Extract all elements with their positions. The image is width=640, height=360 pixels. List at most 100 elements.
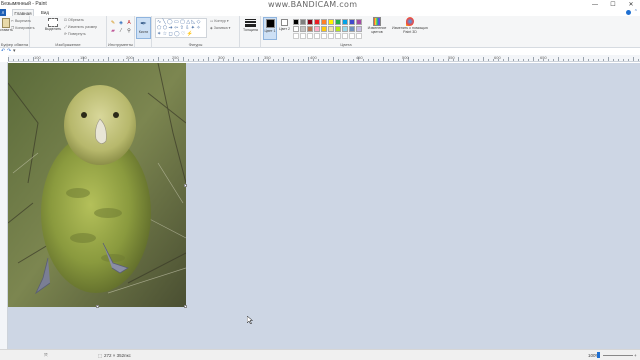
palette-swatch[interactable]: [314, 19, 320, 25]
palette-swatch[interactable]: [314, 26, 320, 32]
ruler-tick: [353, 59, 354, 61]
ruler-tick: [78, 59, 79, 61]
edit-colors-button[interactable]: Изменение цветов: [367, 17, 387, 34]
kakapo-parrot-image: [8, 63, 186, 307]
custom-swatch[interactable]: [300, 33, 306, 39]
ruler-tick: [108, 57, 109, 61]
tab-view[interactable]: Вид: [38, 9, 52, 16]
thickness-line-3: [245, 24, 256, 27]
palette-swatch[interactable]: [335, 26, 341, 32]
ruler-tick: [583, 57, 584, 61]
thickness-button[interactable]: Толщина: [241, 18, 260, 32]
fill-icon[interactable]: ◈: [118, 20, 124, 26]
undo-icon[interactable]: ↶: [1, 48, 5, 54]
palette-swatch[interactable]: [328, 26, 334, 32]
custom-swatch[interactable]: [293, 33, 299, 39]
maximize-button[interactable]: ☐: [604, 0, 622, 9]
ruler-tick: [228, 59, 229, 61]
palette-swatch[interactable]: [300, 26, 306, 32]
ruler-tick: [203, 59, 204, 61]
palette-swatch[interactable]: [349, 19, 355, 25]
custom-swatch[interactable]: [321, 33, 327, 39]
ruler-tick: [488, 59, 489, 61]
palette-swatch[interactable]: [293, 26, 299, 32]
color2-button[interactable]: Цвет 2: [278, 18, 291, 31]
ruler-tick: [473, 59, 474, 61]
palette-swatch[interactable]: [342, 19, 348, 25]
magnifier-icon[interactable]: ⚲: [126, 28, 132, 34]
ruler-tick: [373, 59, 374, 61]
ruler-tick: [468, 59, 469, 61]
cut-button[interactable]: ✂ Вырезать: [11, 19, 31, 23]
ruler-tick: [398, 59, 399, 61]
palette-swatch[interactable]: [335, 19, 341, 25]
horizontal-ruler: 100 150 200 250 300 350 400 450 500 550 600 650: [8, 55, 640, 62]
ruler-tick: [288, 59, 289, 61]
zoom-slider[interactable]: [603, 355, 633, 356]
palette-swatch[interactable]: [321, 26, 327, 32]
minimize-button[interactable]: —: [586, 0, 604, 9]
custom-swatch[interactable]: [328, 33, 334, 39]
custom-swatch[interactable]: [342, 33, 348, 39]
select-button[interactable]: Выделить: [44, 18, 62, 31]
brushes-label: Кисти: [138, 30, 149, 34]
resize-handle-bottom[interactable]: [96, 305, 99, 308]
zoom-in-icon[interactable]: +: [634, 353, 637, 358]
ruler-tick: [283, 57, 284, 61]
canvas-workspace[interactable]: [8, 63, 640, 349]
ruler-tick: [478, 59, 479, 61]
custom-swatch[interactable]: [349, 33, 355, 39]
window-title: Безымянный - Paint: [1, 1, 47, 7]
fill-button[interactable]: ◈ Заливка ▾: [210, 26, 230, 30]
help-icon[interactable]: [626, 10, 631, 15]
brushes-button[interactable]: ✒ Кисти: [136, 17, 151, 39]
palette-swatch[interactable]: [300, 19, 306, 25]
color-picker-icon[interactable]: ⁄: [118, 28, 124, 34]
palette-swatch[interactable]: [328, 19, 334, 25]
zoom-slider-thumb[interactable]: [597, 352, 600, 358]
resize-handle-corner[interactable]: [184, 305, 187, 308]
ruler-tick: [608, 57, 609, 61]
ruler-label: 300: [218, 55, 225, 60]
eraser-icon[interactable]: ▰: [110, 28, 116, 34]
ruler-label: 650: [540, 55, 547, 60]
pencil-icon[interactable]: ✎: [110, 20, 116, 26]
tools-group: ✎ ◈ A ▰ ⁄ ⚲ Инструменты: [107, 16, 135, 48]
callout-shape-icon[interactable]: ✶ ☆ ◻ ◯ ♡ ⚡: [157, 32, 193, 37]
resize-button[interactable]: ⤢ Изменить размер: [64, 25, 97, 29]
color1-button[interactable]: Цвет 1: [263, 17, 277, 40]
tab-home[interactable]: Главная: [12, 9, 34, 16]
crop-button[interactable]: ⊡ Обрезать: [64, 18, 84, 22]
ruler-label: 550: [448, 55, 455, 60]
redo-icon[interactable]: ↷: [7, 48, 11, 54]
custom-swatch[interactable]: [335, 33, 341, 39]
ruler-tick: [598, 59, 599, 61]
collapse-ribbon-icon[interactable]: ⌃: [634, 9, 638, 15]
palette-swatch[interactable]: [342, 26, 348, 32]
ruler-tick: [623, 59, 624, 61]
palette-swatch[interactable]: [356, 19, 362, 25]
clipboard-group-label: Буфер обмена: [0, 42, 29, 47]
palette-swatch[interactable]: [307, 19, 313, 25]
palette-swatch[interactable]: [356, 26, 362, 32]
palette-swatch[interactable]: [293, 19, 299, 25]
palette-swatch[interactable]: [321, 19, 327, 25]
custom-swatch[interactable]: [307, 33, 313, 39]
ruler-label: 400: [310, 55, 317, 60]
paint3d-button[interactable]: Изменить с помощью Paint 3D: [391, 17, 429, 34]
palette-swatch[interactable]: [307, 26, 313, 32]
customize-toolbar-icon[interactable]: ▾: [13, 48, 16, 54]
shapes-gallery[interactable]: ∿ ╲ ◯ ▭ ▢ △ ◺ ◇ ⬠ ⬡ ➔ ⇦ ⇧ ⇩ ✦ ✧ ✶ ☆ ◻ ◯ …: [155, 18, 207, 38]
close-button[interactable]: ✕: [622, 0, 640, 9]
drawing-canvas[interactable]: [8, 63, 186, 307]
rotate-button[interactable]: ⟳ Повернуть: [64, 32, 86, 36]
custom-swatch[interactable]: [314, 33, 320, 39]
ruler-tick: [198, 59, 199, 61]
outline-button[interactable]: ▭ Контур ▾: [210, 19, 229, 23]
palette-swatch[interactable]: [349, 26, 355, 32]
tab-file[interactable]: л: [0, 9, 6, 16]
ruler-tick: [103, 59, 104, 61]
resize-handle-right[interactable]: [184, 184, 187, 187]
text-icon[interactable]: A: [126, 20, 132, 26]
custom-swatch[interactable]: [356, 33, 362, 39]
